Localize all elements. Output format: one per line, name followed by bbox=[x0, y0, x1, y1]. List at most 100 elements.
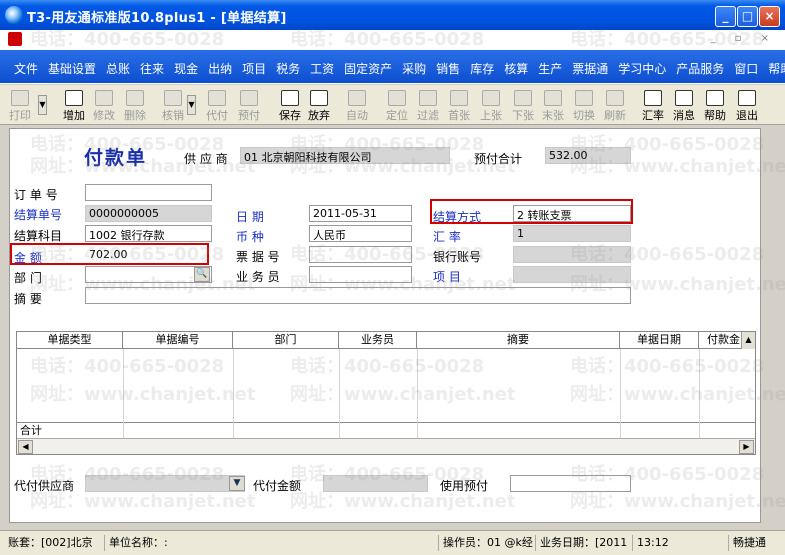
maximize-button[interactable]: □ bbox=[737, 6, 758, 27]
date-field[interactable]: 2011-05-31 bbox=[309, 205, 412, 222]
proxy-supplier-field[interactable] bbox=[85, 475, 245, 492]
toolbar-button-4[interactable]: 核销 bbox=[158, 89, 188, 123]
toolbar-label: 上张 bbox=[480, 109, 502, 122]
prev-icon bbox=[482, 90, 500, 106]
toolbar-button-8[interactable]: 放弃 bbox=[304, 89, 334, 123]
search-icon[interactable]: 🔍 bbox=[194, 267, 210, 282]
scroll-left-arrow-icon[interactable]: ◀ bbox=[18, 440, 33, 454]
menu-item-3[interactable]: 往来 bbox=[140, 60, 164, 77]
exit-icon bbox=[738, 90, 756, 106]
toolbar-button-20[interactable]: 帮助 bbox=[700, 89, 730, 123]
summary-field[interactable] bbox=[85, 287, 631, 304]
toolbar-button-17[interactable]: 刷新 bbox=[600, 89, 630, 123]
menu-item-14[interactable]: 生产 bbox=[538, 60, 562, 77]
amount-highlight bbox=[10, 243, 209, 265]
prepay-icon bbox=[240, 90, 258, 106]
scroll-right-arrow-icon[interactable]: ▶ bbox=[739, 440, 754, 454]
toolbar-button-9[interactable]: 自动 bbox=[342, 89, 372, 123]
grid-column-header[interactable]: 业务员 bbox=[339, 332, 417, 349]
next-icon bbox=[514, 90, 532, 106]
settle-no-field[interactable]: 0000000005 bbox=[85, 205, 212, 222]
toolbar-button-6[interactable]: 预付 bbox=[234, 89, 264, 123]
toolbar-button-0[interactable]: 打印 bbox=[5, 89, 35, 123]
menu-item-16[interactable]: 学习中心 bbox=[618, 60, 666, 77]
discard-icon bbox=[310, 90, 328, 106]
print-dropdown-chevron-down-icon[interactable]: ▼ bbox=[38, 95, 47, 115]
toolbar-button-3[interactable]: 删除 bbox=[120, 89, 150, 123]
exchange-rate-field[interactable]: 1 bbox=[513, 225, 631, 242]
menu-item-18[interactable]: 窗口 bbox=[734, 60, 758, 77]
grid-column-divider bbox=[620, 349, 621, 438]
form-title: 付款单 bbox=[84, 147, 148, 169]
staff-label: 业 务 员 bbox=[236, 270, 280, 284]
bank-account-field[interactable] bbox=[513, 246, 631, 263]
menu-item-12[interactable]: 库存 bbox=[470, 60, 494, 77]
use-prepaid-field[interactable] bbox=[510, 475, 631, 492]
supplier-field[interactable]: 01 北京朝阳科技有限公司 bbox=[240, 147, 450, 164]
detail-grid[interactable]: 单据类型 单据编号 部门 业务员 摘要 单据日期 付款金 ▲ 合计 ◀ ▶ bbox=[16, 331, 756, 455]
status-operator: 操作员：01 @k经 bbox=[438, 535, 533, 551]
toolbar-button-15[interactable]: 末张 bbox=[538, 89, 568, 123]
toolbar-button-19[interactable]: 消息 bbox=[669, 89, 699, 123]
toolbar-button-2[interactable]: 修改 bbox=[89, 89, 119, 123]
scroll-up-arrow-icon[interactable]: ▲ bbox=[741, 332, 755, 349]
switch-icon bbox=[575, 90, 593, 106]
payment-form: 付款单 供 应 商 01 北京朝阳科技有限公司 预付合计 532.00 订 单 … bbox=[9, 128, 761, 523]
menu-item-13[interactable]: 核算 bbox=[504, 60, 528, 77]
menu-item-8[interactable]: 工资 bbox=[310, 60, 334, 77]
chevron-down-icon[interactable]: ▼ bbox=[229, 476, 245, 491]
order-no-field[interactable] bbox=[85, 184, 212, 201]
menu-item-7[interactable]: 税务 bbox=[276, 60, 300, 77]
document-icon bbox=[8, 32, 22, 46]
toolbar-button-5[interactable]: 代付 bbox=[202, 89, 232, 123]
menu-item-19[interactable]: 帮助 bbox=[768, 60, 785, 77]
menu-item-0[interactable]: 文件 bbox=[14, 60, 38, 77]
toolbar-button-18[interactable]: 汇率 bbox=[638, 89, 668, 123]
toolbar-button-1[interactable]: 增加 bbox=[59, 89, 89, 123]
close-button[interactable]: × bbox=[759, 6, 780, 27]
mdi-window-controls[interactable]: _ ▫ × bbox=[710, 33, 777, 44]
settle-subject-field[interactable]: 1002 银行存款 bbox=[85, 225, 212, 242]
toolbar-label: 过滤 bbox=[417, 109, 439, 122]
grid-column-header[interactable]: 部门 bbox=[233, 332, 339, 349]
toolbar-button-13[interactable]: 上张 bbox=[476, 89, 506, 123]
toolbar-button-21[interactable]: 退出 bbox=[732, 89, 762, 123]
currency-field[interactable]: 人民币 bbox=[309, 225, 412, 242]
toolbar-button-10[interactable]: 定位 bbox=[382, 89, 412, 123]
proxy-amount-field[interactable] bbox=[323, 475, 428, 492]
grid-column-header[interactable]: 单据日期 bbox=[620, 332, 699, 349]
toolbar-button-12[interactable]: 首张 bbox=[444, 89, 474, 123]
toolbar-button-14[interactable]: 下张 bbox=[508, 89, 538, 123]
menu-item-5[interactable]: 出纳 bbox=[208, 60, 232, 77]
project-field[interactable] bbox=[513, 266, 631, 283]
menu-item-10[interactable]: 采购 bbox=[402, 60, 426, 77]
first-icon bbox=[450, 90, 468, 106]
toolbar-label: 删除 bbox=[124, 109, 146, 122]
grid-column-header[interactable]: 单据编号 bbox=[123, 332, 233, 349]
menu-item-9[interactable]: 固定资产 bbox=[344, 60, 392, 77]
status-account: 账套：[002]北京 bbox=[8, 536, 93, 549]
menu-item-1[interactable]: 基础设置 bbox=[48, 60, 96, 77]
menu-item-15[interactable]: 票据通 bbox=[572, 60, 608, 77]
menu-item-6[interactable]: 项目 bbox=[242, 60, 266, 77]
grid-column-divider bbox=[233, 349, 234, 438]
dept-field[interactable] bbox=[85, 266, 212, 283]
minimize-button[interactable]: _ bbox=[715, 6, 736, 27]
grid-column-header[interactable]: 单据类型 bbox=[17, 332, 123, 349]
menu-item-4[interactable]: 现金 bbox=[174, 60, 198, 77]
horizontal-scrollbar[interactable]: ◀ ▶ bbox=[17, 438, 755, 454]
menu-item-11[interactable]: 销售 bbox=[436, 60, 460, 77]
bank-account-label: 银行账号 bbox=[433, 250, 482, 264]
grid-column-header[interactable]: 摘要 bbox=[417, 332, 620, 349]
toolbar-button-16[interactable]: 切换 bbox=[569, 89, 599, 123]
writeoff-dropdown-chevron-down-icon[interactable]: ▼ bbox=[187, 95, 196, 115]
last-icon bbox=[544, 90, 562, 106]
toolbar-button-7[interactable]: 保存 bbox=[275, 89, 305, 123]
bill-no-field[interactable] bbox=[309, 246, 412, 263]
proxy-pay-icon bbox=[208, 90, 226, 106]
grid-column-divider bbox=[339, 349, 340, 438]
staff-field[interactable] bbox=[309, 266, 412, 283]
menu-item-17[interactable]: 产品服务 bbox=[676, 60, 724, 77]
menu-item-2[interactable]: 总账 bbox=[106, 60, 130, 77]
toolbar-button-11[interactable]: 过滤 bbox=[413, 89, 443, 123]
